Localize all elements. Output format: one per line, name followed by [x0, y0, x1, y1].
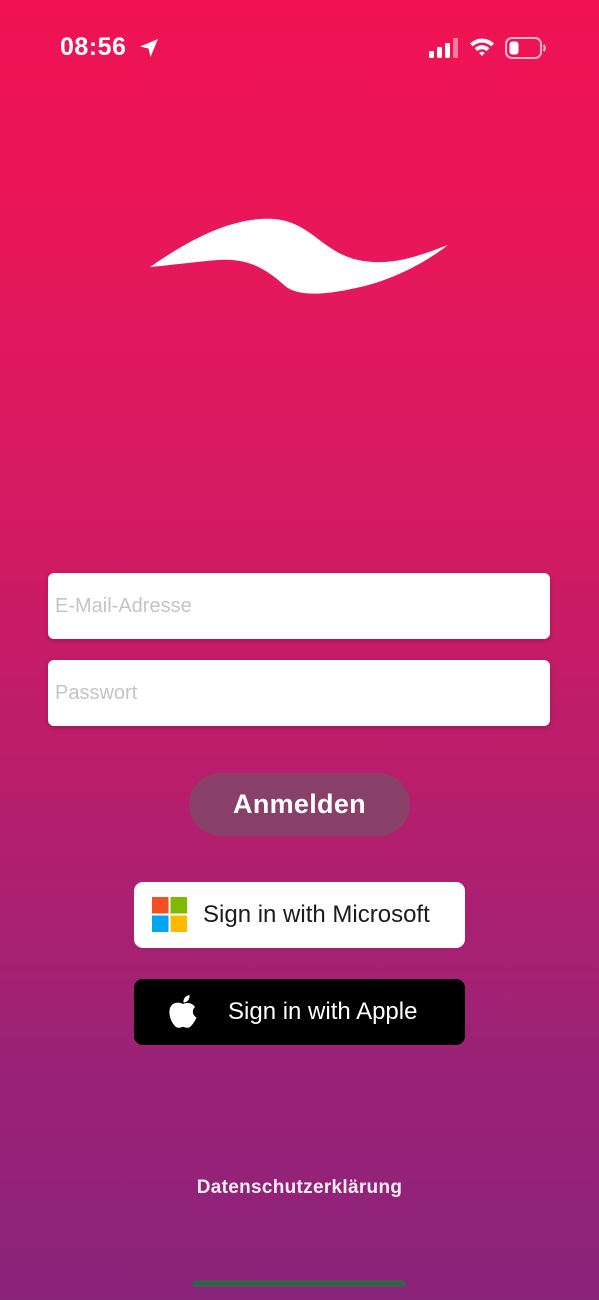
login-button-label: Anmelden: [233, 789, 366, 819]
sign-in-apple-button[interactable]: Sign in with Apple: [134, 979, 465, 1045]
password-input[interactable]: [48, 660, 550, 726]
email-field[interactable]: [48, 573, 550, 639]
location-arrow-icon: [140, 39, 158, 57]
microsoft-logo-icon: [152, 897, 187, 932]
microsoft-button-label: Sign in with Microsoft: [203, 901, 430, 928]
password-field[interactable]: [48, 660, 550, 726]
battery-low-icon: [505, 37, 546, 59]
wifi-icon: [470, 38, 494, 56]
login-button[interactable]: Anmelden: [189, 773, 410, 836]
cellular-signal-icon: [429, 38, 458, 58]
apple-logo-icon: [169, 995, 197, 1028]
apple-button-label: Sign in with Apple: [228, 998, 418, 1025]
wave-logo-icon: [150, 218, 448, 294]
status-time: 08:56: [60, 33, 127, 61]
email-input[interactable]: [48, 573, 550, 639]
privacy-policy-link[interactable]: Datenschutzerklärung: [0, 1177, 599, 1199]
status-bar: 08:56: [0, 0, 599, 96]
home-indicator: [192, 1280, 406, 1287]
sign-in-microsoft-button[interactable]: Sign in with Microsoft: [134, 882, 465, 948]
